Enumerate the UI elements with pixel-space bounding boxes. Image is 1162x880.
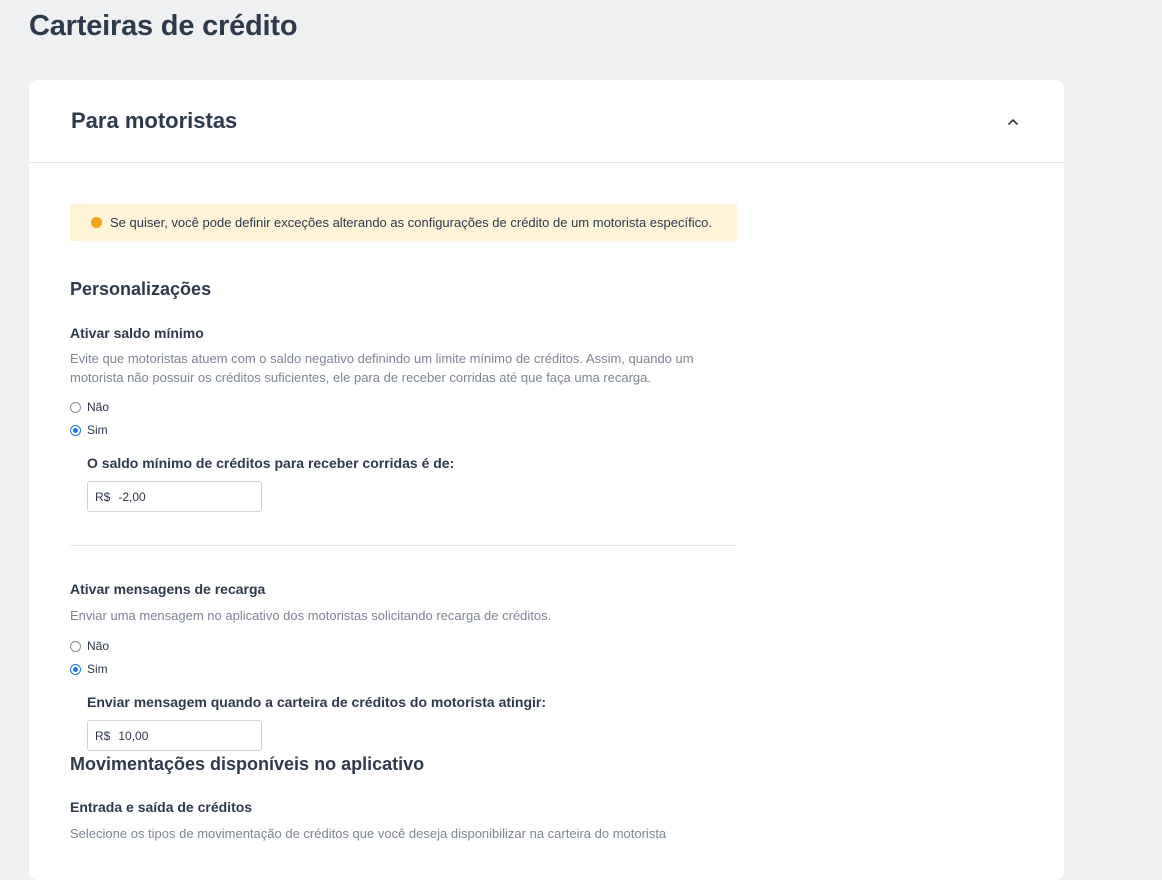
section-title-movimentacoes: Movimentações disponíveis no aplicativo <box>70 754 425 774</box>
divider <box>70 545 736 546</box>
mensagens-recarga-input[interactable]: R$ <box>87 720 262 751</box>
saldo-minimo-input-label: O saldo mínimo de créditos para receber … <box>87 455 455 471</box>
radio-button-checked-icon[interactable] <box>70 663 81 675</box>
radio-mensagens-recarga-sim[interactable]: Sim <box>70 662 108 676</box>
radio-button-icon[interactable] <box>70 640 81 652</box>
mensagens-recarga-input-label: Enviar mensagem quando a carteira de cré… <box>87 694 547 710</box>
saldo-minimo-input[interactable]: R$ <box>87 481 262 512</box>
radio-label: Sim <box>87 423 108 437</box>
field-title-mensagens-recarga: Ativar mensagens de recarga <box>70 581 266 597</box>
info-notice: Se quiser, você pode definir exceções al… <box>70 204 737 241</box>
notice-text: Se quiser, você pode definir exceções al… <box>110 215 712 230</box>
currency-prefix: R$ <box>95 489 111 504</box>
card-header[interactable]: Para motoristas <box>29 80 1064 163</box>
radio-label: Sim <box>87 662 108 676</box>
radio-label: Não <box>87 639 110 653</box>
radio-saldo-minimo-sim[interactable]: Sim <box>70 423 108 437</box>
section-title-personalizacoes: Personalizações <box>70 279 212 299</box>
radio-mensagens-recarga-nao[interactable]: Não <box>70 639 109 653</box>
page-title: Carteiras de crédito <box>29 10 298 42</box>
collapse-button[interactable] <box>1001 110 1025 134</box>
currency-prefix: R$ <box>95 728 111 743</box>
radio-button-icon[interactable] <box>70 401 81 413</box>
field-description-mensagens-recarga: Enviar uma mensagem no aplicativo dos mo… <box>70 608 552 623</box>
card-title: Para motoristas <box>71 108 238 133</box>
mensagens-recarga-value[interactable] <box>118 728 239 743</box>
warning-dot-icon <box>91 217 102 228</box>
field-title-entrada-saida: Entrada e saída de créditos <box>70 799 253 815</box>
radio-button-checked-icon[interactable] <box>70 424 81 436</box>
field-title-saldo-minimo: Ativar saldo mínimo <box>70 325 204 341</box>
field-description-entrada-saida: Selecione os tipos de movimentação de cr… <box>70 826 667 841</box>
drivers-wallet-card: Para motoristas Se quiser, você pode def… <box>29 80 1064 880</box>
field-description-saldo-minimo: Evite que motoristas atuem com o saldo n… <box>70 351 694 385</box>
radio-label: Não <box>87 400 110 414</box>
saldo-minimo-value[interactable] <box>118 489 239 504</box>
radio-saldo-minimo-nao[interactable]: Não <box>70 400 109 414</box>
chevron-up-icon <box>1008 119 1018 125</box>
